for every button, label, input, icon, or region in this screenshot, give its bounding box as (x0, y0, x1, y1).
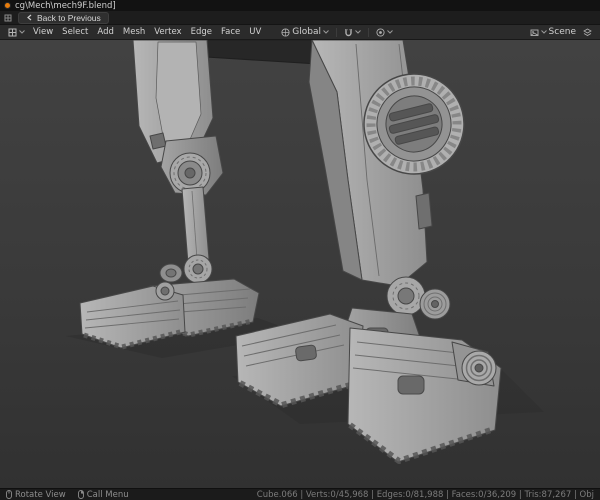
menu-vertex[interactable]: Vertex (150, 26, 185, 39)
editor-type-icon (8, 28, 17, 37)
editor-type-button[interactable] (5, 26, 28, 39)
chevron-down-icon (323, 30, 329, 34)
layers-icon (583, 28, 592, 37)
back-to-previous-button[interactable]: Back to Previous (18, 11, 109, 24)
scene-icon (530, 28, 539, 37)
chevron-down-icon (387, 30, 393, 34)
keymap-rotate-hint: Rotate View (6, 490, 66, 500)
scene-selector[interactable]: Scene (527, 26, 579, 39)
magnet-icon (344, 28, 353, 37)
editor-corner-icon (4, 14, 12, 22)
header-separator (336, 27, 337, 37)
back-to-previous-label: Back to Previous (37, 12, 101, 23)
menu-view[interactable]: View (29, 26, 57, 39)
viewport-header: View Select Add Mesh Vertex Edge Face UV… (0, 25, 600, 40)
mouse-right-icon (77, 490, 84, 499)
menu-mesh[interactable]: Mesh (119, 26, 149, 39)
header-separator (368, 27, 369, 37)
rotate-view-label: Rotate View (15, 489, 66, 500)
call-menu-label: Call Menu (86, 489, 129, 500)
view-layer-button[interactable] (580, 26, 595, 39)
menu-face[interactable]: Face (217, 26, 244, 39)
menu-uv[interactable]: UV (245, 26, 265, 39)
scene-name-label: Scene (548, 27, 576, 37)
menu-select[interactable]: Select (58, 26, 92, 39)
snap-toggle[interactable] (341, 26, 364, 39)
mouse-left-icon (6, 490, 12, 499)
window-titlebar: cg\Mech\mech9F.blend] (0, 0, 600, 11)
blender-window: cg\Mech\mech9F.blend] Back to Previous V… (0, 0, 600, 500)
chevron-down-icon (19, 30, 25, 34)
scene-controls: Scene (527, 26, 595, 39)
scene-statistics: Cube.066 | Verts:0/45,968 | Edges:0/81,9… (256, 489, 594, 500)
topbar: Back to Previous (0, 11, 600, 25)
menu-edge[interactable]: Edge (187, 26, 216, 39)
chevron-down-icon (355, 30, 361, 34)
orientation-globe-icon (281, 27, 290, 37)
menu-add[interactable]: Add (93, 26, 117, 39)
viewport-canvas[interactable] (0, 40, 600, 488)
transform-controls: Global (278, 26, 396, 39)
blender-logo-icon (4, 2, 11, 9)
viewport-3d[interactable] (0, 40, 600, 488)
orientation-dropdown[interactable]: Global (278, 26, 332, 39)
proportional-edit-toggle[interactable] (373, 26, 396, 39)
proportional-circles-icon (376, 27, 385, 37)
status-bar: Rotate View Call Menu Cube.066 | Verts:0… (0, 488, 600, 500)
orientation-label: Global (292, 27, 321, 37)
chevron-down-icon (540, 30, 547, 34)
header-menus: View Select Add Mesh Vertex Edge Face UV (29, 26, 265, 39)
back-arrow-icon (26, 14, 33, 21)
window-title: cg\Mech\mech9F.blend] (15, 0, 116, 11)
keymap-menu-hint: Call Menu (77, 489, 129, 500)
